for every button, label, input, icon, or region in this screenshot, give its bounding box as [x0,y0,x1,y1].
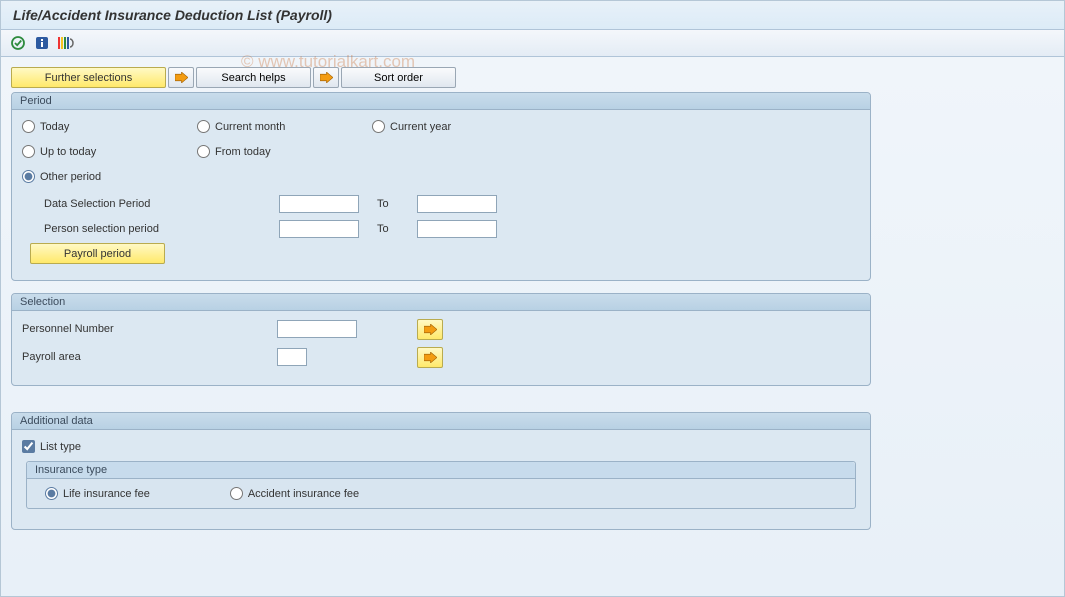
label-personnel-number: Personnel Number [22,323,277,335]
radio-other-period[interactable] [22,170,35,183]
label-current-year: Current year [390,121,451,133]
label-from-today: From today [215,146,271,158]
radio-accident-insurance-fee[interactable] [230,487,243,500]
bars-icon[interactable] [57,34,75,52]
payroll-period-button[interactable]: Payroll period [30,243,165,264]
personnel-number-multiselect-button[interactable] [417,319,443,340]
additional-data-group: Additional data List type Insurance type… [11,412,871,530]
label-to-1: To [377,198,417,210]
sort-order-button[interactable]: Sort order [341,67,456,88]
radio-today[interactable] [22,120,35,133]
input-person-selection-to[interactable] [417,220,497,238]
further-selections-button[interactable]: Further selections [11,67,166,88]
input-data-selection-to[interactable] [417,195,497,213]
search-helps-button[interactable]: Search helps [196,67,311,88]
radio-up-to-today[interactable] [22,145,35,158]
label-other-period: Other period [40,171,101,183]
label-life-insurance-fee: Life insurance fee [63,488,150,500]
input-payroll-area[interactable] [277,348,307,366]
label-today: Today [40,121,69,133]
content-area: Further selections Search helps Sort ord… [1,57,1064,596]
input-person-selection-from[interactable] [279,220,359,238]
label-current-month: Current month [215,121,285,133]
selection-group: Selection Personnel Number Payroll area [11,293,871,386]
input-personnel-number[interactable] [277,320,357,338]
further-selections-arrow-button[interactable] [168,67,194,88]
radio-life-insurance-fee[interactable] [45,487,58,500]
label-accident-insurance-fee: Accident insurance fee [248,488,359,500]
label-payroll-area: Payroll area [22,351,277,363]
input-data-selection-from[interactable] [279,195,359,213]
window-title: Life/Accident Insurance Deduction List (… [1,1,1064,30]
search-helps-arrow-button[interactable] [313,67,339,88]
selection-group-title: Selection [12,294,870,311]
payroll-area-multiselect-button[interactable] [417,347,443,368]
label-to-2: To [377,223,417,235]
checkbox-list-type[interactable] [22,440,35,453]
radio-current-year[interactable] [372,120,385,133]
additional-data-title: Additional data [12,413,870,430]
insurance-type-group: Insurance type Life insurance fee Accide… [26,461,856,509]
info-icon[interactable] [33,34,51,52]
label-up-to-today: Up to today [40,146,96,158]
insurance-type-title: Insurance type [27,462,855,479]
execute-icon[interactable] [9,34,27,52]
radio-from-today[interactable] [197,145,210,158]
label-person-selection-period: Person selection period [44,223,279,235]
radio-current-month[interactable] [197,120,210,133]
period-group-title: Period [12,93,870,110]
selection-buttons-row: Further selections Search helps Sort ord… [11,67,1054,88]
app-toolbar: © www.tutorialkart.com [1,30,1064,57]
label-data-selection-period: Data Selection Period [44,198,279,210]
label-list-type: List type [40,441,81,453]
period-group: Period Today Current month Current year … [11,92,871,281]
